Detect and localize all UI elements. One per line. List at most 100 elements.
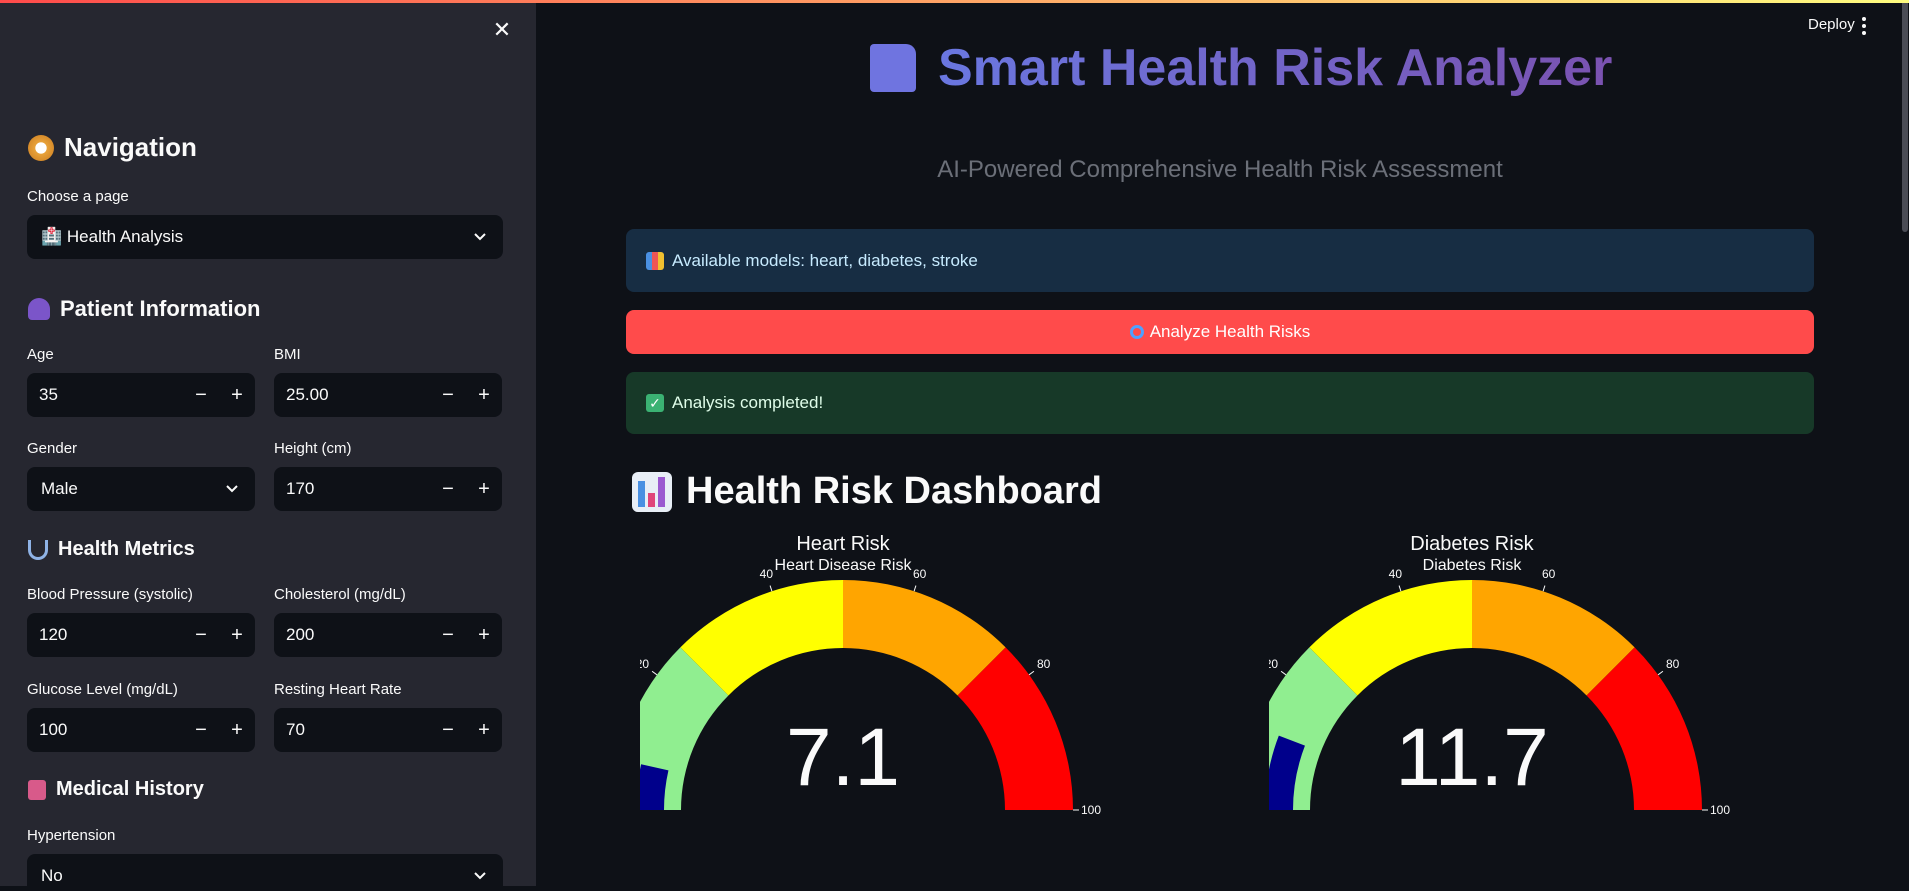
gauge-tick-label: 80 <box>1037 657 1051 671</box>
bmi-value[interactable]: 25.00 <box>274 385 430 405</box>
cholesterol-decrement-button[interactable]: − <box>430 613 466 657</box>
bp-decrement-button[interactable]: − <box>183 613 219 657</box>
height-increment-button[interactable]: + <box>466 467 502 511</box>
glucose-decrement-button[interactable]: − <box>183 708 219 752</box>
deploy-button[interactable]: Deploy <box>1808 16 1855 33</box>
dashboard-title: Health Risk Dashboard <box>632 470 1102 513</box>
health-metrics-heading-text: Health Metrics <box>58 538 195 560</box>
age-value[interactable]: 35 <box>27 385 183 405</box>
page-select[interactable]: 🏥 Health Analysis <box>27 215 503 259</box>
glucose-increment-button[interactable]: + <box>219 708 255 752</box>
navigation-heading: Navigation <box>28 132 197 163</box>
heart-rate-decrement-button[interactable]: − <box>430 708 466 752</box>
main-content: Deploy Smart Health Risk Analyzer AI-Pow… <box>536 0 1909 886</box>
gauge-tick-label: 20 <box>1269 657 1278 671</box>
patient-info-heading-text: Patient Information <box>60 296 261 321</box>
glucose-stepper[interactable]: 100 − + <box>27 708 255 752</box>
cholesterol-label: Cholesterol (mg/dL) <box>274 586 406 603</box>
gauge-tick <box>1398 585 1402 592</box>
gauge-tick-label: 60 <box>1542 567 1556 581</box>
cholesterol-increment-button[interactable]: + <box>466 613 502 657</box>
chevron-down-icon <box>226 485 238 493</box>
close-sidebar-button[interactable]: ✕ <box>488 16 516 44</box>
hypertension-select[interactable]: No <box>27 854 503 886</box>
gender-select-value: Male <box>41 479 78 498</box>
gauge-tick <box>1542 585 1546 592</box>
top-decoration-bar <box>0 0 1909 3</box>
cholesterol-stepper[interactable]: 200 − + <box>274 613 502 657</box>
bmi-increment-button[interactable]: + <box>466 373 502 417</box>
page-select-value: 🏥 Health Analysis <box>41 227 184 246</box>
bp-value[interactable]: 120 <box>27 625 183 645</box>
height-value[interactable]: 170 <box>274 479 430 499</box>
more-options-icon[interactable] <box>1854 14 1874 38</box>
age-label: Age <box>27 346 54 363</box>
heart-rate-increment-button[interactable]: + <box>466 708 502 752</box>
analyze-button-label: Analyze Health Risks <box>1149 322 1311 341</box>
height-decrement-button[interactable]: − <box>430 467 466 511</box>
bp-increment-button[interactable]: + <box>219 613 255 657</box>
health-metrics-heading: Health Metrics <box>28 538 195 561</box>
analyze-health-risks-button[interactable]: Analyze Health Risks <box>626 310 1814 354</box>
gauge-tick <box>913 585 917 592</box>
gauge-tick <box>1028 670 1035 676</box>
heart-rate-stepper[interactable]: 70 − + <box>274 708 502 752</box>
bp-stepper[interactable]: 120 − + <box>27 613 255 657</box>
floppy-disk-icon <box>28 779 46 800</box>
gauge-title: Diabetes Risk <box>1410 533 1534 555</box>
person-icon <box>28 298 50 320</box>
bmi-label: BMI <box>274 346 301 363</box>
chevron-down-icon <box>474 872 486 880</box>
heart-rate-value[interactable]: 70 <box>274 720 430 740</box>
success-alert-text: Analysis completed! <box>672 393 824 412</box>
info-alert: Available models: heart, diabetes, strok… <box>626 229 1814 292</box>
bmi-stepper[interactable]: 25.00 − + <box>274 373 502 417</box>
bar-chart-icon <box>632 471 672 512</box>
magnifier-icon <box>1129 325 1144 339</box>
bmi-decrement-button[interactable]: − <box>430 373 466 417</box>
diabetes-risk-gauge: 020406080100Diabetes RiskDiabetes Risk11… <box>1221 530 1829 886</box>
age-increment-button[interactable]: + <box>219 373 255 417</box>
page-subtitle: AI-Powered Comprehensive Health Risk Ass… <box>937 156 1503 183</box>
age-decrement-button[interactable]: − <box>183 373 219 417</box>
height-stepper[interactable]: 170 − + <box>274 467 502 511</box>
memo-icon <box>870 44 916 92</box>
gender-label: Gender <box>27 440 78 457</box>
gauge-value-label: 11.7 <box>1395 712 1549 803</box>
chart-icon <box>646 251 664 270</box>
chevron-down-icon <box>474 233 486 241</box>
gauge-tick <box>1280 670 1287 676</box>
page-select-label: Choose a page <box>27 188 129 205</box>
page-title-text: Smart Health Risk Analyzer <box>938 39 1613 97</box>
gauge-subtitle: Diabetes Risk <box>1423 557 1523 574</box>
navigation-heading-text: Navigation <box>64 132 197 162</box>
check-icon: ✓ <box>646 394 664 412</box>
gauge-tick <box>651 670 658 676</box>
heart-rate-label: Resting Heart Rate <box>274 681 402 698</box>
gauge-title: Heart Risk <box>796 533 890 555</box>
gauge-tick-label: 40 <box>760 567 774 581</box>
gauge-tick-label: 100 <box>1081 803 1101 817</box>
stethoscope-icon <box>28 539 48 560</box>
age-stepper[interactable]: 35 − + <box>27 373 255 417</box>
gauge-subtitle: Heart Disease Risk <box>775 557 913 574</box>
medical-history-heading-text: Medical History <box>56 778 204 800</box>
info-alert-text: Available models: heart, diabetes, strok… <box>672 250 978 270</box>
heart-risk-gauge-svg: 020406080100Heart RiskHeart Disease Risk… <box>592 533 1102 817</box>
scrollbar[interactable] <box>1902 0 1908 232</box>
height-label: Height (cm) <box>274 440 352 457</box>
heart-risk-gauge: 020406080100Heart RiskHeart Disease Risk… <box>592 530 1200 886</box>
medical-history-heading: Medical History <box>28 778 204 801</box>
sidebar: ✕ Navigation Choose a page 🏥 Health Anal… <box>0 0 536 886</box>
page-title: Smart Health Risk Analyzer <box>870 38 1612 98</box>
gauge-tick-label: 60 <box>913 567 927 581</box>
gauge-tick-label: 40 <box>1389 567 1403 581</box>
gauge-value-label: 7.1 <box>786 712 900 803</box>
gauge-tick-label: 80 <box>1666 657 1680 671</box>
hypertension-label: Hypertension <box>27 827 116 844</box>
glucose-value[interactable]: 100 <box>27 720 183 740</box>
gender-select[interactable]: Male <box>27 467 255 511</box>
hypertension-select-value: No <box>41 866 63 885</box>
gauge-tick-label: 100 <box>1710 803 1730 817</box>
cholesterol-value[interactable]: 200 <box>274 625 430 645</box>
